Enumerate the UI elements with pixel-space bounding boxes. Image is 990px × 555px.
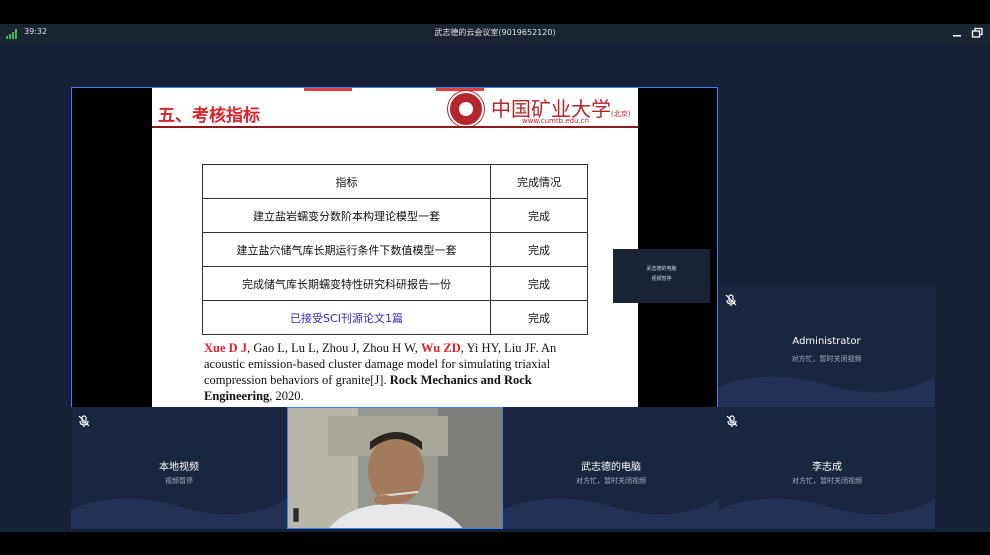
participant-status: 对方忙，暂时关闭视频 [792,477,862,485]
citation-author-highlight: Xue D J [204,341,248,355]
participant-live-video[interactable] [287,407,503,529]
minimize-button[interactable] [950,26,964,40]
table-cell-indicator: 建立盐岩蠕变分数阶本构理论模型一套 [202,198,491,233]
mic-muted-icon [78,415,90,427]
university-url: www.cumtb.edu.cn [522,117,589,125]
participant-name: 本地视频 [159,462,199,473]
table-cell-indicator: 建立盐穴储气库长期运行条件下数值模型一套 [202,232,491,267]
meeting-title-bar: 39:32 武志德的云会议室(9019652120) [0,24,990,44]
participant-status: 对方忙，暂时关闭视频 [791,355,862,363]
slide-divider [152,126,638,128]
participant-tile-wuzhide-pc[interactable]: 武志德的电脑 对方忙，暂时关闭视频 [503,407,719,529]
participant-tile-administrator[interactable]: Administrator 对方忙，暂时关闭视频 [718,286,935,407]
university-seal-logo [448,91,484,127]
citation-author-highlight: Wu ZD [421,341,461,355]
meeting-stage: 五、考核指标 中国矿业大学(北京) www.cumtb.edu.cn 指标 完成… [0,44,990,532]
participant-tile-local-video[interactable]: 本地视频 视频暂停 [71,407,287,529]
table-row: 建立盐岩蠕变分数阶本构理论模型一套 完成 [202,198,588,233]
participant-name: 李志成 [812,462,842,473]
top-black-bar [0,0,990,24]
participant-name: Administrator [792,336,861,347]
table-cell-indicator: 已接受SCI刊源论文1篇 [202,300,491,335]
tile-wave-decoration [718,376,935,407]
participant-status: 视频暂停 [165,477,193,485]
paper-citation: Xue D J, Gao L, Lu L, Zhou J, Zhou H W, … [204,340,594,404]
participant-mini-popup[interactable]: 武志德的电脑 视频暂停 [613,249,710,303]
table-row: 建立盐穴储气库长期运行条件下数值模型一套 完成 [202,232,588,267]
tile-wave-decoration [719,498,935,529]
meeting-title: 武志德的云会议室(9019652120) [434,28,556,37]
table-row: 已接受SCI刊源论文1篇 完成 [202,300,588,335]
bottom-black-bar [0,532,990,555]
table-cell-status: 完成 [490,232,588,267]
mic-muted-icon [725,294,737,306]
restore-button[interactable] [970,26,984,40]
table-header-status: 完成情况 [490,164,588,199]
table-header-row: 指标 完成情况 [202,164,588,199]
popup-status: 视频暂停 [651,276,672,282]
presentation-slide: 五、考核指标 中国矿业大学(北京) www.cumtb.edu.cn 指标 完成… [152,88,638,450]
participant-status: 对方忙，暂时关闭视频 [576,477,646,485]
table-cell-status: 完成 [490,300,588,335]
participant-name: 武志德的电脑 [581,462,641,473]
popup-name: 武志德的电脑 [646,266,677,272]
citation-year: , 2020. [269,389,304,403]
table-row: 完成储气库长期蠕变特性研究科研报告一份 完成 [202,266,588,301]
tile-wave-decoration [503,498,719,529]
slide-top-accent [304,88,352,91]
table-header-indicator: 指标 [202,164,491,199]
table-cell-status: 完成 [490,198,588,233]
slide-top-accent [436,88,484,91]
participant-tile-lizhicheng[interactable]: 李志成 对方忙，暂时关闭视频 [719,407,935,529]
assessment-table: 指标 完成情况 建立盐岩蠕变分数阶本构理论模型一套 完成 建立盐穴储气库长期运行… [202,164,588,335]
tile-wave-decoration [71,498,287,529]
table-cell-indicator: 完成储气库长期蠕变特性研究科研报告一份 [202,266,491,301]
webcam-video-feed [288,408,502,528]
table-cell-status: 完成 [490,266,588,301]
restore-icon [971,27,983,38]
citation-authors: , Gao L, Lu L, Zhou J, Zhou H W, [247,341,422,355]
minimize-icon [953,35,961,37]
video-scroll-handle[interactable] [293,508,299,522]
slide-title: 五、考核指标 [158,106,260,126]
mic-muted-icon [726,415,738,427]
